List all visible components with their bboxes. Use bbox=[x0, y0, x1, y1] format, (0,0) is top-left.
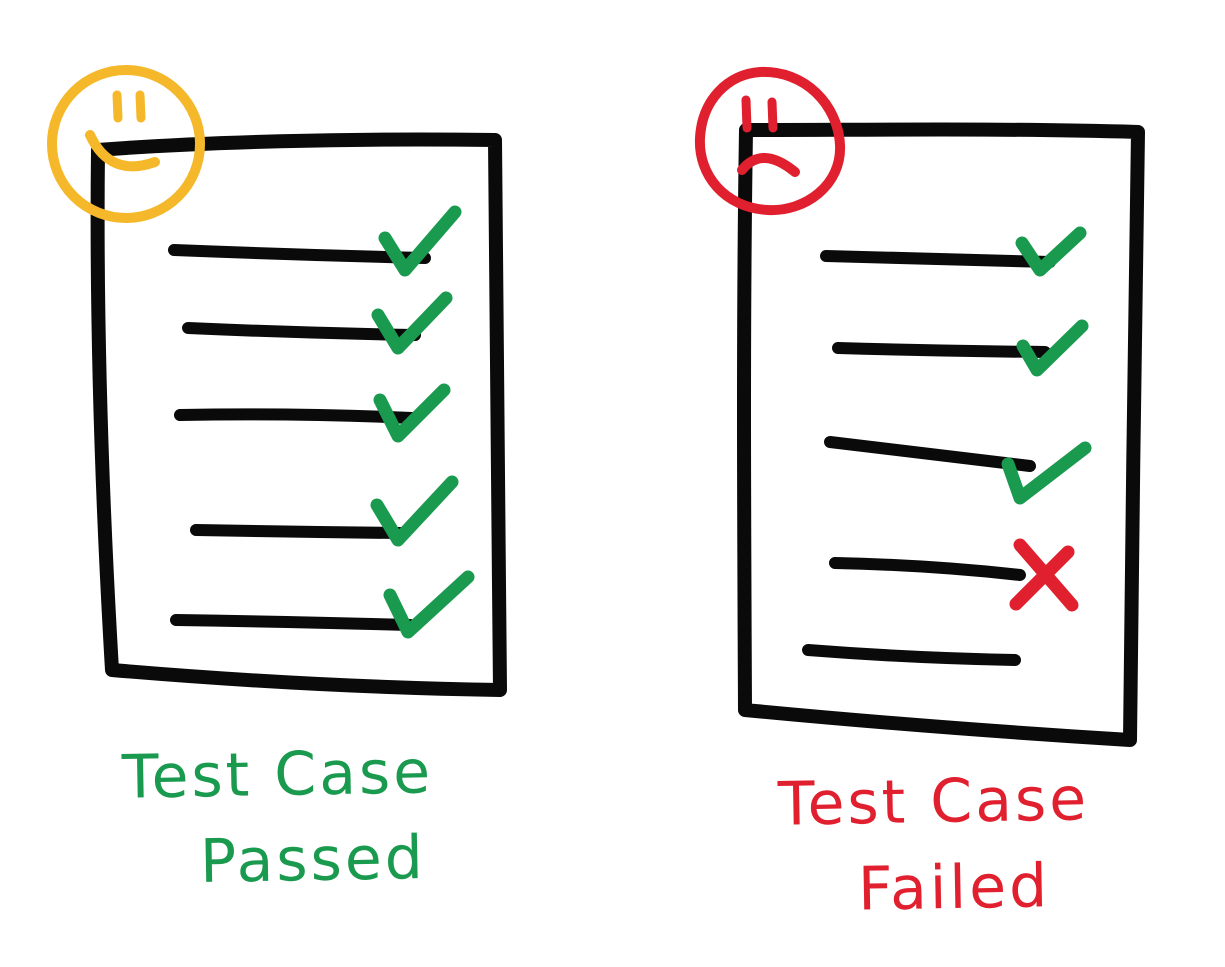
test-line bbox=[170, 614, 416, 631]
passed-line-4 bbox=[190, 475, 459, 547]
test-line bbox=[190, 524, 406, 539]
frown-eye-left bbox=[741, 95, 752, 133]
check-icon bbox=[371, 291, 453, 355]
test-line bbox=[820, 250, 1056, 268]
passed-line-3 bbox=[174, 383, 451, 443]
test-line bbox=[802, 644, 1021, 666]
passed-line-2 bbox=[182, 291, 453, 355]
failed-line-4 bbox=[829, 538, 1079, 612]
smiley-eye-right bbox=[135, 90, 146, 123]
smiley-eye-left bbox=[112, 90, 123, 123]
check-icon bbox=[373, 383, 451, 443]
failed-caption-line-1: Test Case bbox=[777, 764, 1090, 840]
failed-line-3 bbox=[824, 436, 1092, 505]
passed-caption-line-2: Passed bbox=[199, 823, 427, 897]
test-line bbox=[174, 408, 418, 424]
check-icon bbox=[378, 205, 462, 277]
test-line bbox=[824, 436, 1036, 472]
passed-caption-line-1: Test Case bbox=[121, 737, 434, 813]
check-icon bbox=[1001, 441, 1092, 505]
failed-caption-line-2: Failed bbox=[857, 851, 1051, 925]
check-icon bbox=[383, 570, 475, 639]
failed-line-1 bbox=[820, 226, 1087, 277]
test-line bbox=[829, 557, 1026, 581]
failed-test-card bbox=[694, 66, 1145, 747]
passed-test-card bbox=[47, 65, 507, 697]
frown-head bbox=[694, 66, 846, 216]
test-line bbox=[832, 342, 1051, 358]
check-icon bbox=[370, 475, 459, 547]
passed-line-5 bbox=[170, 570, 475, 639]
failed-line-5 bbox=[802, 644, 1021, 666]
frowning-face-icon bbox=[694, 66, 846, 216]
check-icon bbox=[1015, 226, 1087, 277]
frown-eye-right bbox=[767, 97, 778, 133]
failed-line-2 bbox=[832, 319, 1089, 377]
passed-line-1 bbox=[168, 205, 462, 277]
